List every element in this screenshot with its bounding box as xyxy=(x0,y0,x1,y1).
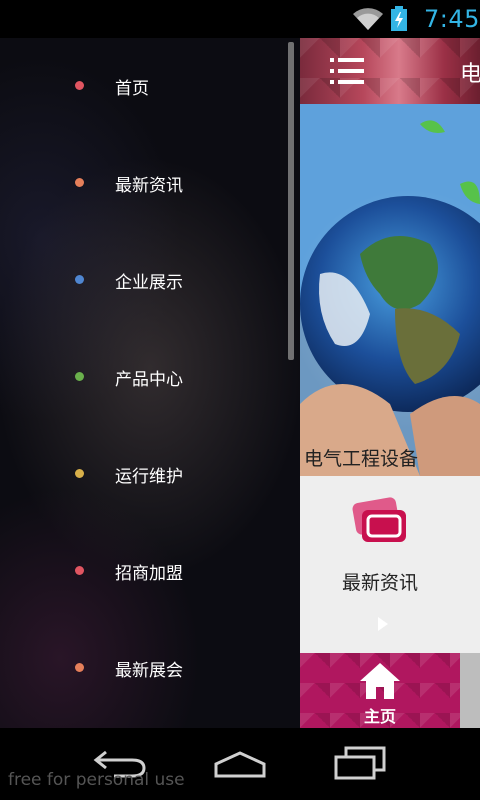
main-content: 电 电气工程设备 最新资讯 主页 xyxy=(300,38,480,728)
drawer-item-products[interactable]: 产品中心 xyxy=(0,329,288,426)
cards-icon xyxy=(352,497,406,542)
drawer-item-franchise[interactable]: 招商加盟 xyxy=(0,523,288,620)
drawer-item-home[interactable]: 首页 xyxy=(0,38,288,135)
header-title: 电 xyxy=(460,62,480,87)
drawer-scrollbar[interactable] xyxy=(288,42,294,360)
watermark-text: free for personal use xyxy=(8,770,185,790)
drawer-item-label: 首页 xyxy=(115,79,149,99)
wifi-icon xyxy=(353,8,383,30)
globe-in-hands-image xyxy=(300,104,480,476)
system-nav-bar: free for personal use xyxy=(0,728,480,800)
tab-home-label: 主页 xyxy=(363,707,396,726)
drawer-item-news[interactable]: 最新资讯 xyxy=(0,135,288,232)
news-card[interactable]: 最新资讯 xyxy=(300,476,480,653)
bullet-dot xyxy=(75,372,84,381)
bullet-dot xyxy=(75,566,84,575)
recent-apps-icon[interactable] xyxy=(332,746,388,780)
bullet-dot xyxy=(75,663,84,672)
home-icon xyxy=(360,663,400,699)
bullet-dot xyxy=(75,275,84,284)
drawer-item-exhibitions[interactable]: 最新展会 xyxy=(0,620,288,717)
banner-caption: 电气工程设备 xyxy=(304,448,419,470)
bullet-dot xyxy=(75,469,84,478)
drawer-item-label: 企业展示 xyxy=(115,273,183,293)
tab-bar-remainder xyxy=(460,653,480,728)
drawer-item-company[interactable]: 企业展示 xyxy=(0,232,288,329)
navigation-drawer: 首页 最新资讯 企业展示 产品中心 运行维护 招商加盟 最新展会 xyxy=(0,38,300,728)
home-icon[interactable] xyxy=(212,750,268,778)
drawer-item-label: 招商加盟 xyxy=(115,564,183,584)
bullet-dot xyxy=(75,81,84,90)
battery-charging-icon xyxy=(391,6,407,31)
app-header: 电 xyxy=(300,38,480,104)
bullet-dot xyxy=(75,178,84,187)
arrow-right-icon[interactable] xyxy=(376,616,390,632)
status-time: 7:45 xyxy=(424,5,480,33)
drawer-item-label: 产品中心 xyxy=(115,370,183,390)
drawer-item-label: 运行维护 xyxy=(115,467,183,487)
status-bar: 7:45 xyxy=(0,0,480,38)
drawer-item-label: 最新展会 xyxy=(115,661,183,681)
drawer-item-maintenance[interactable]: 运行维护 xyxy=(0,426,288,523)
menu-icon[interactable] xyxy=(330,56,364,86)
tab-home[interactable]: 主页 xyxy=(300,653,460,728)
banner-image[interactable]: 电气工程设备 xyxy=(300,104,480,476)
card-label: 最新资讯 xyxy=(341,572,418,594)
drawer-item-label: 最新资讯 xyxy=(115,176,183,196)
